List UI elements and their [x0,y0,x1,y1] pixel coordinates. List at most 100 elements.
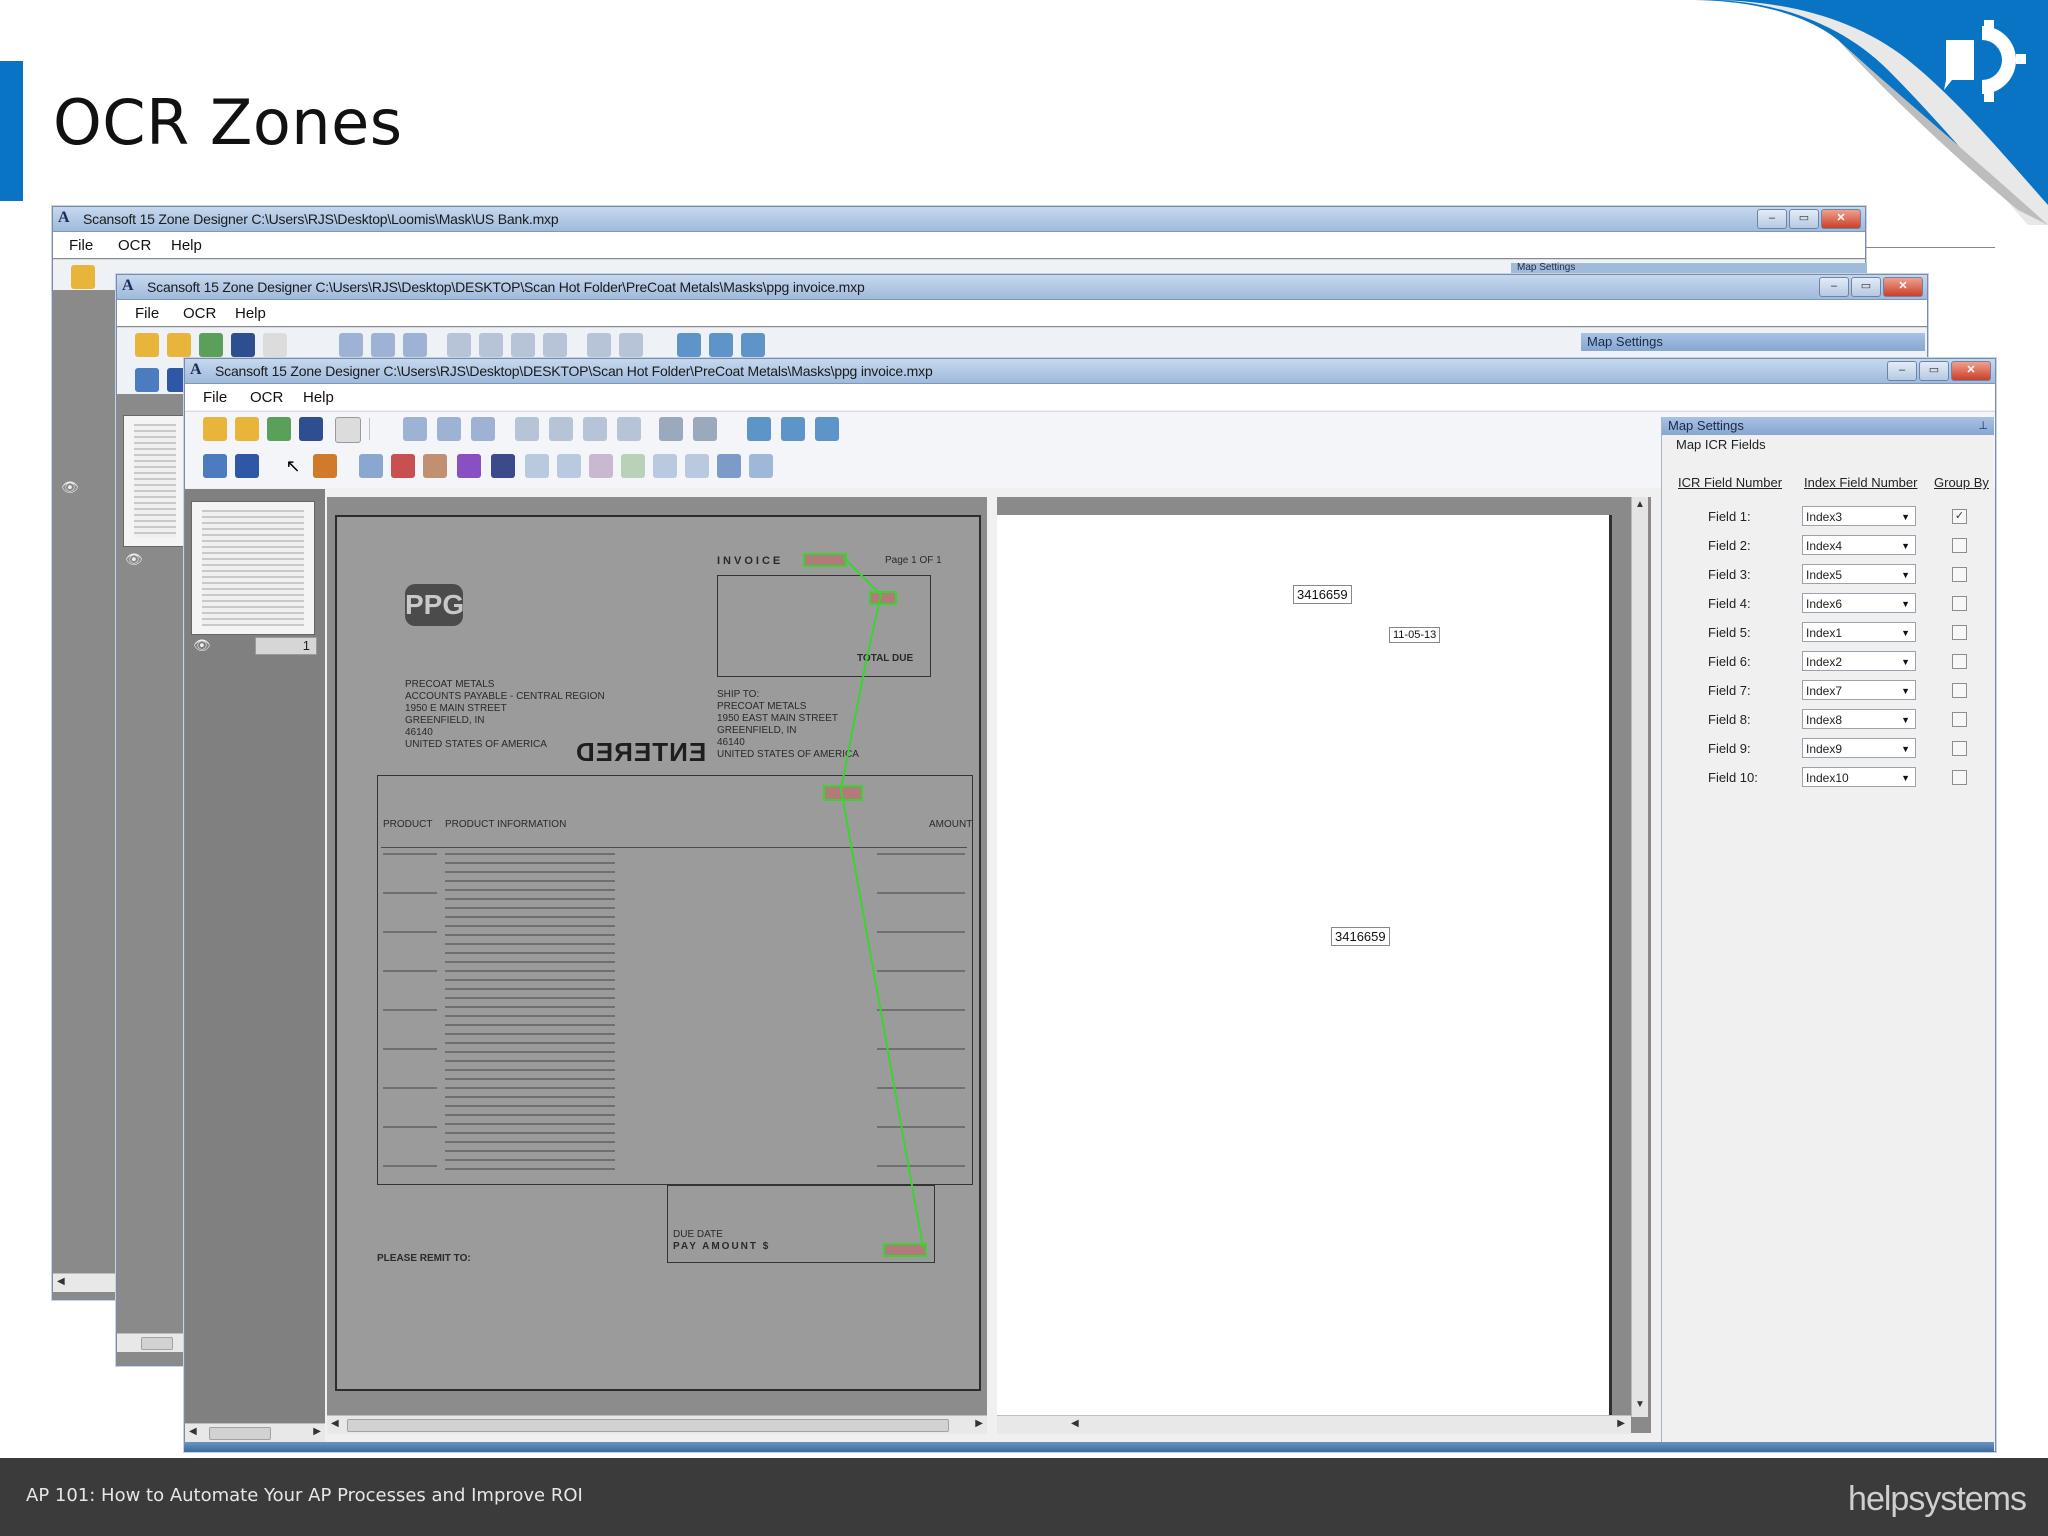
chevron-down-icon[interactable]: ▼ [1901,594,1910,614]
chevron-down-icon[interactable]: ▼ [1901,739,1910,759]
zone-icon[interactable] [749,454,773,478]
scroll-thumb[interactable] [141,1337,173,1350]
invoice-image[interactable]: PPG INVOICE Page 1 OF 1 TOTAL DUE PRECOA… [335,515,981,1391]
group-by-checkbox[interactable] [1952,625,1967,640]
group-by-checkbox[interactable] [1952,770,1967,785]
image-icon[interactable] [815,417,839,441]
minimize-button[interactable]: – [1757,209,1787,229]
group-by-checkbox[interactable] [1952,741,1967,756]
group-by-checkbox[interactable] [1952,683,1967,698]
zone-icon[interactable] [557,454,581,478]
eye-icon[interactable]: 👁 [193,637,211,654]
page-icon[interactable] [267,417,291,441]
zoom-icon[interactable] [515,417,539,441]
invoice-image-area[interactable]: PPG INVOICE Page 1 OF 1 TOTAL DUE PRECOA… [327,497,987,1434]
save-icon[interactable] [231,333,255,357]
index-field-select[interactable]: Index4 ▼ [1802,535,1916,555]
chevron-down-icon[interactable]: ▼ [1901,710,1910,730]
zoom-icon[interactable] [511,333,535,357]
group-by-checkbox[interactable] [1952,596,1967,611]
group-by-checkbox[interactable] [1952,538,1967,553]
index-field-select[interactable]: Index7 ▼ [1802,680,1916,700]
menu-ocr[interactable]: OCR [183,305,216,322]
maximize-button[interactable]: ▭ [1851,277,1881,297]
index-field-select[interactable]: Index8 ▼ [1802,709,1916,729]
scroll-left-icon[interactable]: ◀ [189,1426,197,1437]
zone-icon[interactable] [653,454,677,478]
close-button[interactable]: ✕ [1951,361,1991,381]
page-thumbnail[interactable] [191,501,315,635]
chevron-down-icon[interactable]: ▼ [1901,623,1910,643]
menu-ocr[interactable]: OCR [250,389,283,406]
chevron-down-icon[interactable]: ▼ [1901,768,1910,788]
scrollbar-horizontal[interactable]: ◀ ▶ [185,1423,325,1442]
ocr-result-area[interactable]: 3416659 11-05-13 3416659 ▲ ▼ ◀ ▶ [997,497,1651,1434]
maximize-button[interactable]: ▭ [1919,361,1949,381]
document-icon[interactable] [263,333,287,357]
chevron-down-icon[interactable]: ▼ [1901,681,1910,701]
refresh-icon[interactable] [677,333,701,357]
scroll-up-icon[interactable]: ▲ [1635,499,1645,510]
layout-icon[interactable] [371,333,395,357]
index-field-select[interactable]: Index3 ▼ [1802,506,1916,526]
index-field-select[interactable]: Index10 ▼ [1802,767,1916,787]
chevron-down-icon[interactable]: ▼ [1901,536,1910,556]
zone-designer-window-3[interactable]: A Scansoft 15 Zone Designer C:\Users\RJS… [184,358,1996,1452]
open-folder-icon[interactable] [235,417,259,441]
scrollbar-horizontal[interactable]: ◀ ▶ [997,1415,1631,1434]
refresh-icon[interactable] [747,417,771,441]
zone-icon[interactable] [525,454,549,478]
open-folder-icon[interactable] [71,265,95,289]
zoom-icon[interactable] [583,417,607,441]
menu-file[interactable]: File [203,389,227,406]
group-by-checkbox[interactable] [1952,567,1967,582]
refresh-icon[interactable] [781,417,805,441]
delete-zone-icon[interactable] [391,454,415,478]
chevron-down-icon[interactable]: ▼ [1901,652,1910,672]
panel-icon[interactable] [235,454,259,478]
scroll-down-icon[interactable]: ▼ [1635,1399,1645,1410]
open-folder-icon[interactable] [135,333,159,357]
panel-icon[interactable] [135,368,159,392]
panel-icon[interactable] [203,454,227,478]
scrollbar-horizontal[interactable]: ◀ [53,1273,121,1292]
select-arrow-icon[interactable]: ↖ [281,454,305,478]
menu-help[interactable]: Help [303,389,334,406]
recognize-icon[interactable] [457,454,481,478]
zoom-icon[interactable] [447,333,471,357]
window-titlebar[interactable]: A Scansoft 15 Zone Designer C:\Users\RJS… [53,207,1865,232]
zoom-icon[interactable] [659,417,683,441]
zone-icon[interactable] [621,454,645,478]
zone-icon[interactable] [717,454,741,478]
zone-icon[interactable] [423,454,447,478]
index-field-select[interactable]: Index9 ▼ [1802,738,1916,758]
captured-invoice-date[interactable]: 11-05-13 [1389,627,1441,643]
zone-icon[interactable] [589,454,613,478]
scroll-right-icon[interactable]: ▶ [975,1418,983,1429]
barcode-icon[interactable] [491,454,515,478]
open-folder-icon[interactable] [167,333,191,357]
zoom-icon[interactable] [549,417,573,441]
scrollbar-vertical[interactable]: ▲ ▼ [1631,497,1648,1417]
minimize-button[interactable]: – [1887,361,1917,381]
index-field-select[interactable]: Index6 ▼ [1802,593,1916,613]
group-by-checkbox[interactable]: ✓ [1952,509,1967,524]
scroll-left-icon[interactable]: ◀ [331,1418,339,1429]
captured-invoice-number-2[interactable]: 3416659 [1331,927,1390,946]
zoom-icon[interactable] [617,417,641,441]
scrollbar-horizontal[interactable]: ◀ ▶ [327,1415,987,1434]
page-thumbnail[interactable] [123,415,187,547]
page-icon[interactable] [199,333,223,357]
eye-icon[interactable]: 👁 [125,551,143,567]
image-icon[interactable] [741,333,765,357]
group-by-checkbox[interactable] [1952,712,1967,727]
zoom-icon[interactable] [619,333,643,357]
hand-icon[interactable] [313,454,337,478]
group-by-checkbox[interactable] [1952,654,1967,669]
scroll-thumb[interactable] [209,1427,271,1440]
refresh-icon[interactable] [709,333,733,357]
menu-file[interactable]: File [135,305,159,322]
minimize-button[interactable]: – [1819,277,1849,297]
save-icon[interactable] [299,417,323,441]
menu-file[interactable]: File [69,237,93,254]
